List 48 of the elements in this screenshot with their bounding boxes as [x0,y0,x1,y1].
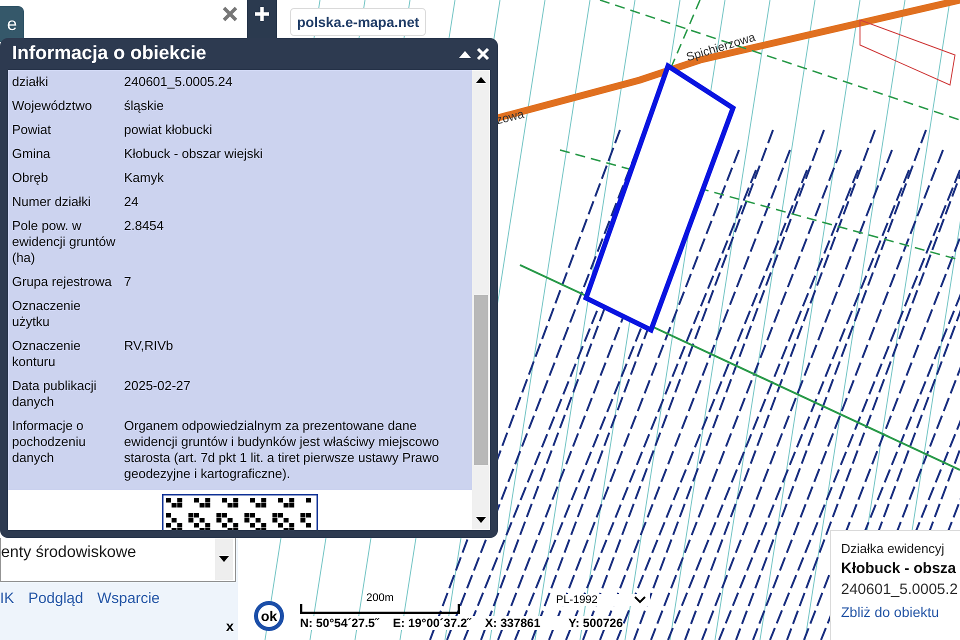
field-value: 24 [124,194,140,210]
field-value: Kamyk [124,170,165,186]
map-source-label: polska.e-mapa.net [290,8,426,36]
street-label: zowa [494,106,526,128]
panel-tab[interactable]: e [0,6,24,42]
field-value: powiat kłobucki [124,122,214,138]
scroll-down-icon[interactable] [476,516,486,524]
field-label: Pole pow. w ewidencji gruntów (ha) [11,218,116,266]
footer-link[interactable]: Wsparcie [97,590,160,607]
field-label: Oznaczenie użytku [11,298,82,330]
zoom-to-object-link[interactable]: Zbliż do obiektu [841,604,960,620]
card-type: Działka ewidencyj [841,541,946,556]
field-label: Gmina [11,146,52,162]
coordinate-text: Y: 500726 [568,616,623,630]
card-id: 240601_5.0005.2 [841,581,959,598]
field-value: Organem odpowiedzialnym za prezentowane dane ewidencji gruntów i budynków jest właściwy miejscowo starosta (art. 7d pkt 1 lit. a tiret pierwsze ustawy Prawo geodezyjne i kartograficzne). [124,418,440,482]
field-label: Informacje o pochodzeniu danych [11,418,87,467]
field-value: 7 [124,274,132,290]
footer-link[interactable]: IK [0,590,14,607]
coordinate-text: N: 50°54´27.5˝ [300,616,379,630]
field-value: 2.8454 [124,218,165,235]
coordinate-text: E: 19°00´37.2˝ [392,616,472,630]
coordinate-text: X: 337861 [485,616,540,630]
field-label: Obręb [11,170,50,186]
field-label: Oznaczenie konturu [11,338,82,370]
field-label: działki [11,74,50,90]
close-icon[interactable] [476,47,490,61]
field-label: Województwo [11,98,93,114]
field-label: Grupa rejestrowa [11,274,113,290]
field-value: Kłobuck - obszar wiejski [124,146,264,162]
layer-select[interactable]: enty środowiskowe [0,538,236,582]
field-label: Data publikacji danych [11,378,98,410]
popup-title: Informacja o obiekcie [12,43,208,65]
scrollbar[interactable] [472,70,490,530]
field-value: RV,RIVb [124,338,174,355]
field-value: śląskie [124,98,165,114]
card-title: Kłobuck - obsza [841,560,958,577]
close-button[interactable]: x [226,618,234,634]
chevron-down-icon [634,596,646,604]
field-value: 2025-02-27 [124,378,192,395]
dropdown-icon [219,556,229,562]
zoom-in-icon[interactable] [252,4,272,24]
footer-link[interactable]: Podgląd [28,590,84,607]
field-label: Numer działki [11,194,92,210]
field-label: Powiat [11,122,52,138]
field-value: 240601_5.0005.24 [124,74,234,90]
scroll-up-icon[interactable] [476,76,486,84]
scale-label: 200m [366,592,394,604]
